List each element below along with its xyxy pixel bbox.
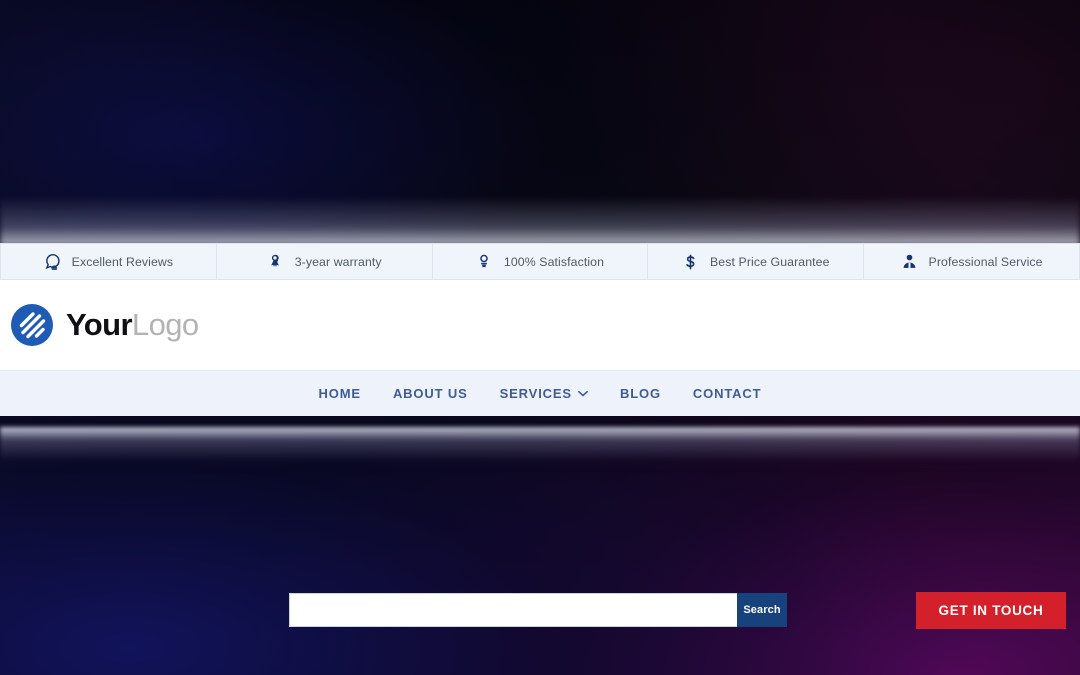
search-input[interactable] [289, 593, 737, 627]
header-bottom-glow [0, 427, 1080, 471]
search-button[interactable]: Search [737, 593, 787, 627]
nav-item-blog[interactable]: BLOG [604, 386, 677, 401]
nav-item-label: HOME [318, 386, 361, 401]
topbar-item-price[interactable]: Best Price Guarantee [648, 244, 865, 279]
topbar-item-label: 100% Satisfaction [503, 254, 605, 269]
nav-item-services[interactable]: SERVICES [484, 386, 604, 401]
topbar-item-reviews[interactable]: Excellent Reviews [0, 244, 217, 279]
top-info-bar: Excellent Reviews 3-year warranty 100% S… [0, 243, 1080, 280]
comment-bubble-icon [44, 253, 61, 270]
brand-search-bar: YourLogo Search GET IN TOUCH [0, 280, 1080, 629]
nav-item-label: BLOG [619, 386, 661, 401]
nav-item-label: SERVICES [499, 386, 572, 401]
circle-slash-logo-icon [8, 301, 56, 349]
topbar-item-label: Best Price Guarantee [710, 254, 830, 269]
topbar-item-warranty[interactable]: 3-year warranty [217, 244, 433, 279]
header-top-glow [0, 196, 1080, 246]
nav-item-contact[interactable]: CONTACT [677, 386, 778, 401]
topbar-item-service[interactable]: Professional Service [864, 244, 1080, 279]
logo-text-bold: Your [66, 307, 133, 342]
topbar-item-satisfaction[interactable]: 100% Satisfaction [433, 244, 649, 279]
user-person-icon [901, 253, 918, 270]
chevron-down-icon [577, 390, 588, 397]
medal-icon [476, 253, 493, 270]
main-navigation: HOME ABOUT US SERVICES BLOG CONTACT [0, 370, 1080, 416]
ribbon-award-icon [267, 253, 284, 270]
nav-item-about-us[interactable]: ABOUT US [377, 386, 484, 401]
topbar-item-label: Excellent Reviews [71, 254, 174, 269]
nav-item-label: CONTACT [692, 386, 762, 401]
site-logo[interactable]: YourLogo [8, 301, 199, 349]
nav-item-label: ABOUT US [392, 386, 468, 401]
page-root: Excellent Reviews 3-year warranty 100% S… [0, 0, 1080, 675]
logo-wordmark: YourLogo [66, 307, 199, 343]
nav-item-home[interactable]: HOME [303, 386, 377, 401]
search-bar: Search [289, 593, 787, 627]
site-header: Excellent Reviews 3-year warranty 100% S… [0, 243, 1080, 629]
topbar-item-label: 3-year warranty [294, 254, 382, 269]
dollar-sign-icon [682, 253, 699, 270]
topbar-item-label: Professional Service [928, 254, 1043, 269]
logo-text-light: Logo [131, 307, 199, 342]
get-in-touch-button[interactable]: GET IN TOUCH [916, 592, 1066, 629]
